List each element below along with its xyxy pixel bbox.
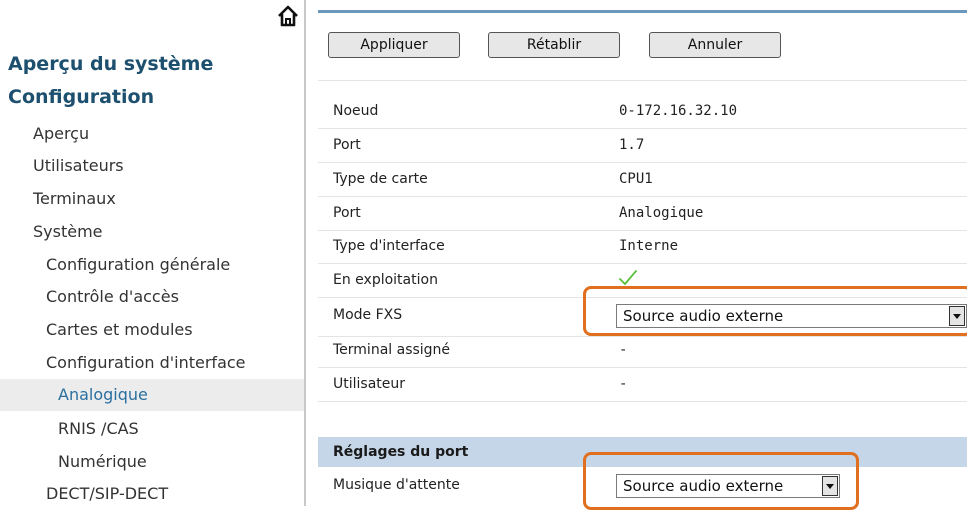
- sidebar-item-analogique[interactable]: Analogique: [0, 379, 304, 411]
- checkmark-icon: [619, 270, 637, 286]
- home-icon[interactable]: [276, 4, 300, 28]
- top-divider: [318, 10, 967, 13]
- row-divider: [318, 263, 967, 264]
- highlight-musique-attente: [583, 452, 859, 510]
- row-divider: [318, 230, 967, 231]
- label-noeud: Noeud: [333, 103, 379, 119]
- sidebar-item-dect-sip-dect[interactable]: DECT/SIP-DECT: [46, 484, 168, 503]
- sidebar-item-systeme[interactable]: Système: [33, 222, 103, 241]
- label-en-exploitation: En exploitation: [333, 272, 438, 288]
- sidebar-item-controle-acces[interactable]: Contrôle d'accès: [46, 287, 179, 306]
- sidebar-item-utilisateurs[interactable]: Utilisateurs: [33, 156, 124, 175]
- value-port: 1.7: [619, 137, 645, 153]
- label-type-carte: Type de carte: [333, 171, 428, 187]
- divider: [318, 80, 967, 81]
- reset-button[interactable]: Rétablir: [488, 32, 620, 58]
- sidebar-heading-configuration[interactable]: Configuration: [8, 86, 154, 108]
- highlight-mode-fxs: [583, 286, 967, 336]
- sidebar-item-configuration-interface[interactable]: Configuration d'interface: [46, 353, 246, 372]
- label-type-interface: Type d'interface: [333, 238, 445, 254]
- label-port-type: Port: [333, 205, 361, 221]
- label-mode-fxs: Mode FXS: [333, 307, 403, 323]
- sidebar-item-numerique[interactable]: Numérique: [58, 452, 147, 471]
- sidebar-item-apercu[interactable]: Aperçu: [33, 124, 89, 143]
- row-divider: [318, 162, 967, 163]
- row-divider: [318, 128, 967, 129]
- value-type-interface: Interne: [619, 238, 679, 254]
- row-divider: [318, 367, 967, 368]
- sidebar: Aperçu du système Configuration Aperçu U…: [0, 0, 306, 506]
- apply-button[interactable]: Appliquer: [328, 32, 460, 58]
- row-divider: [318, 336, 967, 337]
- sidebar-heading-overview[interactable]: Aperçu du système: [8, 53, 213, 75]
- label-terminal-assigne: Terminal assigné: [333, 342, 451, 358]
- row-divider: [318, 401, 967, 402]
- sidebar-item-cartes-modules[interactable]: Cartes et modules: [46, 320, 193, 339]
- value-terminal-assigne: -: [619, 342, 628, 358]
- cancel-button[interactable]: Annuler: [649, 32, 781, 58]
- sidebar-item-rnis-cas[interactable]: RNIS /CAS: [58, 419, 139, 438]
- value-port-type: Analogique: [619, 205, 704, 221]
- main-panel: Appliquer Rétablir Annuler Noeud 0-172.1…: [318, 0, 967, 510]
- label-utilisateur: Utilisateur: [333, 376, 406, 392]
- label-port: Port: [333, 137, 361, 153]
- sidebar-item-terminaux[interactable]: Terminaux: [33, 189, 116, 208]
- value-utilisateur: -: [619, 376, 628, 392]
- sidebar-item-configuration-generale[interactable]: Configuration générale: [46, 255, 230, 274]
- label-musique-attente: Musique d'attente: [333, 477, 460, 493]
- value-noeud: 0-172.16.32.10: [619, 103, 738, 119]
- row-divider: [318, 196, 967, 197]
- value-type-carte: CPU1: [619, 171, 653, 187]
